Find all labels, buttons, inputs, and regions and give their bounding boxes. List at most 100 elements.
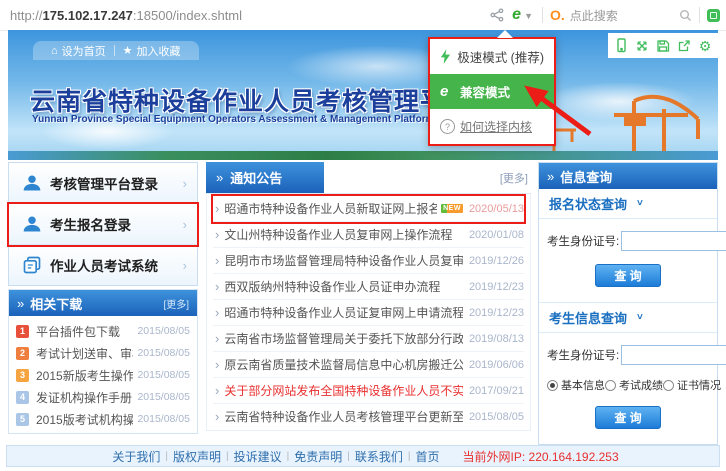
id-number-input[interactable] xyxy=(621,231,726,251)
notice-title: 昆明市市场监督管理局特种设备作业人员复审流程... xyxy=(224,252,463,269)
radio-label: 考试成绩 xyxy=(619,377,663,393)
site-title: 云南省特种设备作业人员考核管理平台 xyxy=(30,82,472,118)
sidebar-item-exam-system[interactable]: 作业人员考试系统 › xyxy=(9,245,197,285)
notice-date: 2020/01/08 xyxy=(469,229,524,241)
download-date: 2015/08/05 xyxy=(137,413,190,425)
set-homepage-link[interactable]: ⌂设为首页 xyxy=(43,43,114,59)
sidebar-item-admin-login[interactable]: 考核管理平台登录 › xyxy=(9,163,197,204)
notice-list-item[interactable]: › 昭通市特种设备作业人员新取证网上报名流程 NEW 2020/05/13 xyxy=(213,196,524,222)
bullet-chevron-icon: › xyxy=(215,409,219,424)
menu-item-speed-mode[interactable]: 极速模式 (推荐) xyxy=(430,39,554,74)
radio-label: 基本信息 xyxy=(561,377,605,393)
site-subtitle: Yunnan Province Special Equipment Operat… xyxy=(32,114,435,125)
notice-date: 2017/09/21 xyxy=(469,385,524,397)
download-title: 2015版考试机构操... xyxy=(36,411,133,428)
section-candidate-info[interactable]: 考生信息查询 ˅ xyxy=(539,302,717,333)
notice-list-item[interactable]: › 昆明市市场监督管理局特种设备作业人员复审流程... NEW 2019/12/… xyxy=(213,248,524,274)
download-list-item[interactable]: 5 2015版考试机构操... 2015/08/05 xyxy=(9,408,197,430)
downloads-list: 1 平台插件包下载 2015/08/05 2 考试计划送审、审核 ... 201… xyxy=(9,316,197,433)
notice-list-item[interactable]: › 西双版纳州特种设备作业人员证申办流程 NEW 2019/12/23 xyxy=(213,274,524,300)
rank-badge: 3 xyxy=(16,369,29,382)
notice-list-item[interactable]: › 关于部分网站发布全国特种设备作业人员不实信息... NEW 2017/09/… xyxy=(213,378,524,404)
notice-list-item[interactable]: › 云南省特种设备作业人员考核管理平台更新至20... NEW 2015/08/… xyxy=(213,404,524,429)
home-icon: ⌂ xyxy=(51,45,58,57)
footer-link-item: 首页| xyxy=(410,448,444,465)
notice-title: 昭通市特种设备作业人员新取证网上报名流程 xyxy=(224,200,437,217)
downloads-more-link[interactable]: [更多] xyxy=(163,296,189,311)
share-page-icon[interactable] xyxy=(676,38,692,54)
notice-list-item[interactable]: › 文山州特种设备作业人员复审网上操作流程 NEW 2020/01/08 xyxy=(213,222,524,248)
download-list-item[interactable]: 1 平台插件包下载 2015/08/05 xyxy=(9,320,197,342)
menu-item-kernel-help[interactable]: ? 如何选择内核 xyxy=(430,109,554,144)
bullet-chevron-icon: › xyxy=(215,331,219,346)
sidebar-item-candidate-login[interactable]: 考生报名登录 › xyxy=(9,204,197,245)
kernel-switch-button[interactable]: e ▼ xyxy=(512,7,533,23)
download-title: 平台插件包下载 xyxy=(36,323,133,340)
ip-value: 220.164.192.253 xyxy=(529,450,619,464)
downloads-header: » 相关下载 [更多] xyxy=(9,290,197,316)
radio-icon xyxy=(547,380,558,391)
share-icon[interactable] xyxy=(487,5,507,25)
right-column: » 信息查询 报名状态查询 ˅ 考生身份证号: 查 询 考生信息查询 ˅ xyxy=(538,162,718,445)
notice-date: 2015/08/05 xyxy=(469,411,524,423)
chevron-down-icon: ▼ xyxy=(524,9,533,23)
query-button-2[interactable]: 查 询 xyxy=(595,406,661,429)
query-button[interactable]: 查 询 xyxy=(595,264,661,287)
id-number-input-2[interactable] xyxy=(621,345,726,365)
radio-certificate[interactable]: 证书情况 xyxy=(663,377,721,393)
bullet-chevron-icon: › xyxy=(215,253,219,268)
radio-basic-info[interactable]: 基本信息 xyxy=(547,377,605,393)
browser-logo-icon[interactable] xyxy=(707,9,720,22)
left-column: 考核管理平台登录 › 考生报名登录 › 作业人员考试系统 › xyxy=(8,162,198,434)
page-tools-bar: ⚙ xyxy=(608,33,718,58)
footer-link[interactable]: 联系我们 xyxy=(355,448,403,465)
menu-item-compat-mode[interactable]: e 兼容模式 xyxy=(430,74,554,109)
notice-header: » 通知公告 [更多] xyxy=(206,162,531,194)
download-title: 考试计划送审、审核 ... xyxy=(36,345,133,362)
chevron-down-icon: ˅ xyxy=(637,198,643,209)
save-page-icon[interactable] xyxy=(655,38,671,54)
download-list-item[interactable]: 4 发证机构操作手册 2015/08/05 xyxy=(9,386,197,408)
footer-link[interactable]: 投诉建议 xyxy=(234,448,282,465)
star-icon: ★ xyxy=(123,44,133,57)
footer-link[interactable]: 免责声明 xyxy=(294,448,342,465)
ie-kernel-icon: e xyxy=(512,7,521,23)
add-favorite-link[interactable]: ★加入收藏 xyxy=(115,43,189,59)
bullet-chevron-icon: › xyxy=(215,279,219,294)
notice-list-item[interactable]: › 原云南省质量技术监督局信息中心机房搬迁公告 NEW 2019/06/06 xyxy=(213,352,524,378)
fullscreen-icon[interactable] xyxy=(634,38,650,54)
browser-address-bar: http://175.102.17.247:18500/index.shtml … xyxy=(0,0,726,31)
query-type-radios: 基本信息 考试成绩 证书情况 xyxy=(547,377,709,393)
notices-more-link[interactable]: [更多] xyxy=(500,170,531,186)
settings-gear-icon[interactable]: ⚙ xyxy=(697,38,713,54)
exam-card-icon xyxy=(22,255,50,275)
login-label: 考生报名登录 xyxy=(50,214,183,234)
notice-list-item[interactable]: › 云南省市场监督管理局关于委托下放部分行政许可... NEW 2019/08/… xyxy=(213,326,524,352)
footer-link[interactable]: 关于我们 xyxy=(112,448,160,465)
chevron-right-icon: › xyxy=(183,258,187,273)
info-query-title: 信息查询 xyxy=(560,167,612,186)
notice-date: 2019/12/23 xyxy=(469,307,524,319)
id-number-label: 考生身份证号: xyxy=(547,347,619,363)
candidate-info-form: 考生身份证号: 基本信息 考试成绩 证书情况 查 询 xyxy=(539,333,717,444)
notice-title: 西双版纳州特种设备作业人员证申办流程 xyxy=(224,278,463,295)
search-placeholder: 点此搜索 xyxy=(570,7,679,24)
footer-link[interactable]: 首页 xyxy=(415,448,439,465)
radio-exam-score[interactable]: 考试成绩 xyxy=(605,377,663,393)
notice-list-item[interactable]: › 昭通市特种设备作业人员证复审网上申请流程及相... NEW 2019/12/… xyxy=(213,300,524,326)
section-enroll-status[interactable]: 报名状态查询 ˅ xyxy=(539,189,717,219)
footer-link[interactable]: 版权声明 xyxy=(173,448,221,465)
download-list-item[interactable]: 3 2015新版考生操作... 2015/08/05 xyxy=(9,364,197,386)
enroll-status-form: 考生身份证号: 查 询 xyxy=(539,219,717,302)
ip-label: 当前外网IP: xyxy=(463,450,526,464)
tab-notices[interactable]: » 通知公告 xyxy=(206,162,324,193)
quick-search-box[interactable]: O. 点此搜索 xyxy=(550,7,692,24)
download-list-item[interactable]: 2 考试计划送审、审核 ... 2015/08/05 xyxy=(9,342,197,364)
url-text[interactable]: http://175.102.17.247:18500/index.shtml xyxy=(10,8,242,23)
download-date: 2015/08/05 xyxy=(137,391,190,403)
magnifier-icon[interactable] xyxy=(679,9,692,22)
notice-title: 关于部分网站发布全国特种设备作业人员不实信息... xyxy=(224,382,463,399)
notice-date: 2019/08/13 xyxy=(469,333,524,345)
notice-date: 2019/12/23 xyxy=(469,281,524,293)
mobile-view-icon[interactable] xyxy=(613,38,629,54)
